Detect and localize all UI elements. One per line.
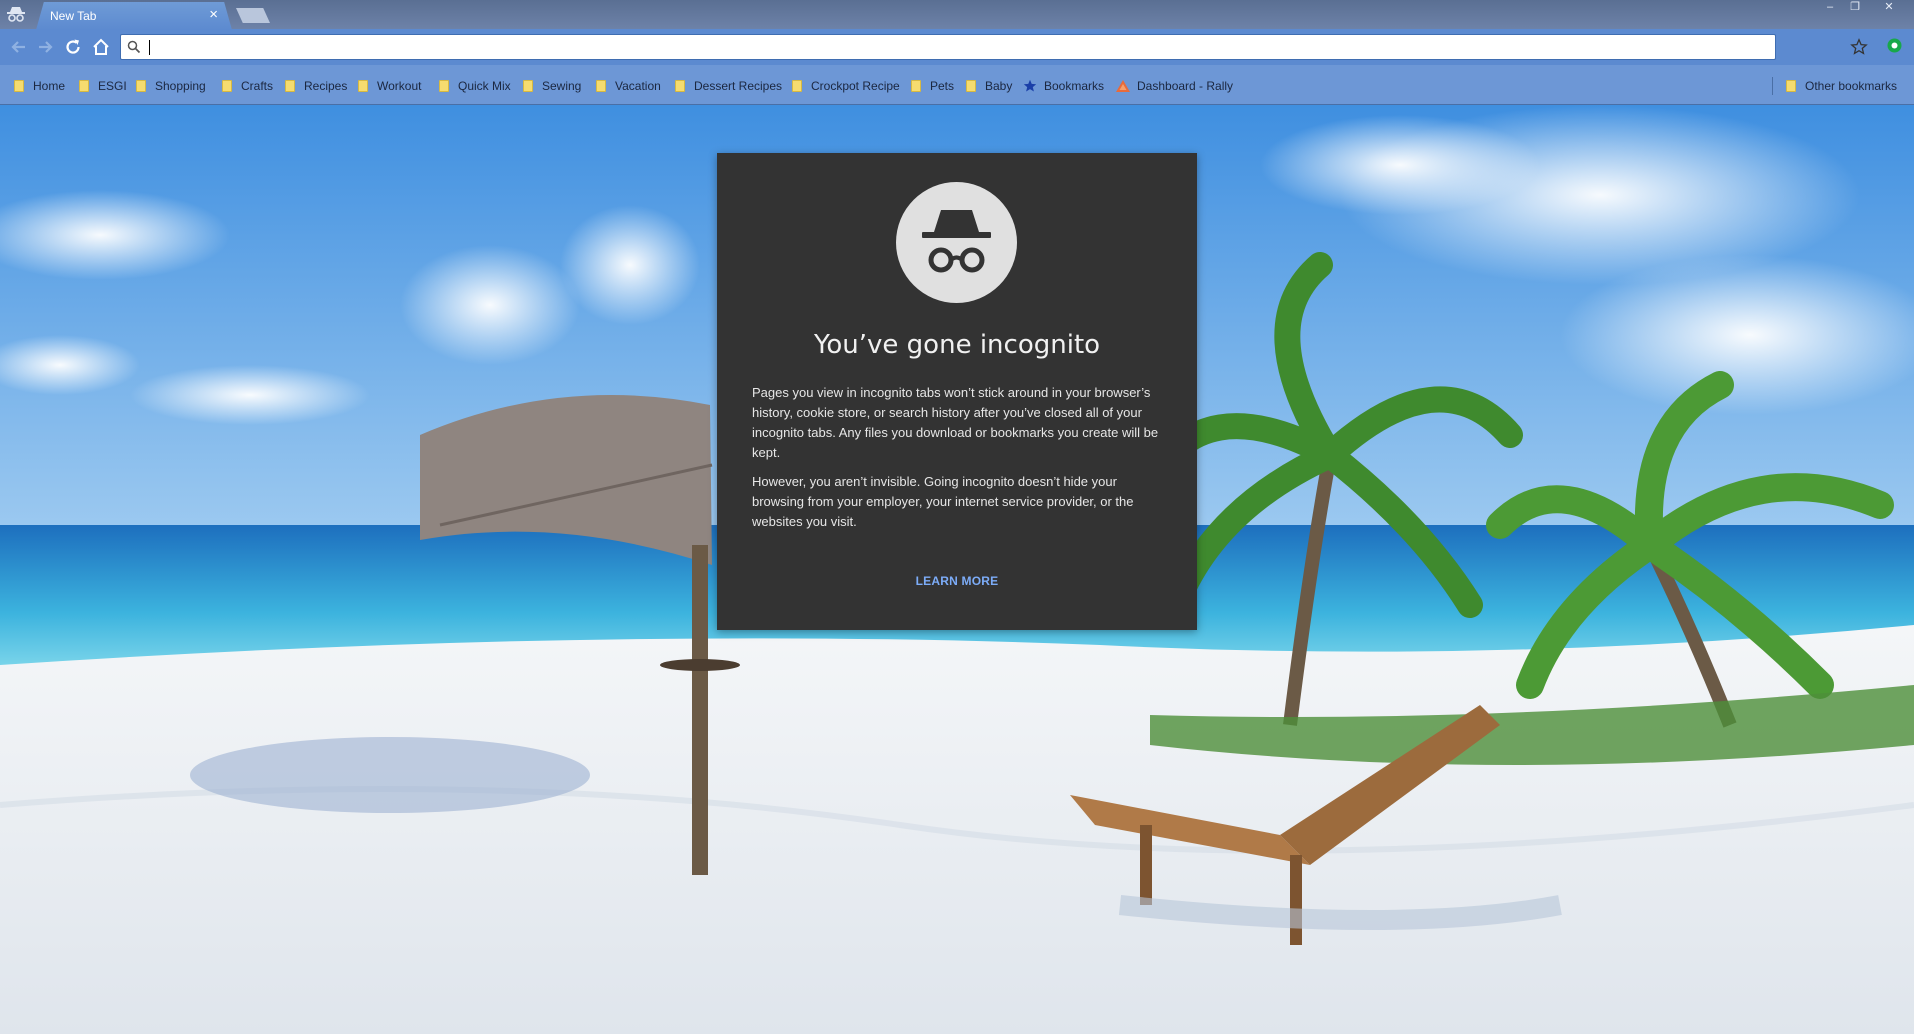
incognito-icon bbox=[896, 182, 1017, 303]
folder-icon bbox=[439, 80, 449, 92]
bookmark-label: ESGI bbox=[98, 79, 127, 93]
folder-icon bbox=[596, 80, 606, 92]
close-window-button[interactable]: ✕ bbox=[1868, 0, 1910, 15]
back-arrow-icon[interactable] bbox=[8, 36, 30, 58]
bookmark-label: Workout bbox=[377, 79, 422, 93]
extension-icon[interactable] bbox=[1887, 38, 1902, 53]
home-icon[interactable] bbox=[90, 36, 112, 58]
folder-icon bbox=[966, 80, 976, 92]
folder-icon bbox=[523, 80, 533, 92]
folder-icon bbox=[136, 80, 146, 92]
tab-title: New Tab bbox=[50, 9, 97, 23]
bookmark-star-icon[interactable] bbox=[1850, 38, 1868, 56]
bookmark-esgi[interactable]: ESGI bbox=[79, 77, 127, 95]
bookmark-label: Baby bbox=[985, 79, 1013, 93]
incognito-title: You’ve gone incognito bbox=[813, 330, 1101, 360]
maximize-button[interactable]: ❐ bbox=[1843, 0, 1867, 15]
tab-close-icon[interactable]: × bbox=[209, 6, 218, 23]
bookmark-baby[interactable]: Baby bbox=[966, 77, 1012, 95]
bookmark-label: Crafts bbox=[241, 79, 274, 93]
star-icon bbox=[1023, 79, 1037, 92]
folder-icon bbox=[79, 80, 89, 92]
incognito-card: You’ve gone incognito Pages you view in … bbox=[717, 153, 1197, 630]
incognito-paragraph-visibility: However, you aren’t invisible. Going inc… bbox=[752, 474, 1134, 529]
tab-new-tab[interactable]: New Tab × bbox=[36, 2, 232, 30]
bookmark-label: Recipes bbox=[304, 79, 348, 93]
bookmark-quick-mix[interactable]: Quick Mix bbox=[439, 77, 511, 95]
bookmark-label: Bookmarks bbox=[1044, 79, 1105, 93]
bookmark-crockpot-recipe[interactable]: Crockpot Recipe bbox=[792, 77, 900, 95]
bookmark-other-bookmarks[interactable]: Other bookmarks bbox=[1786, 77, 1897, 95]
incognito-paragraph-history: Pages you view in incognito tabs won’t s… bbox=[752, 385, 1159, 460]
rally-icon bbox=[1116, 80, 1130, 92]
bookmark-crafts[interactable]: Crafts bbox=[222, 77, 273, 95]
folder-icon bbox=[285, 80, 295, 92]
bookmark-label: Dessert Recipes bbox=[694, 79, 783, 93]
forward-arrow-icon[interactable] bbox=[34, 36, 56, 58]
new-tab-button[interactable] bbox=[236, 8, 270, 23]
search-icon bbox=[127, 40, 141, 54]
bookmark-home[interactable]: Home bbox=[14, 77, 65, 95]
bookmark-shopping[interactable]: Shopping bbox=[136, 77, 206, 95]
folder-icon bbox=[14, 80, 24, 92]
folder-icon bbox=[675, 80, 685, 92]
bookmark-bookmarks[interactable]: Bookmarks bbox=[1023, 77, 1104, 95]
folder-icon bbox=[911, 80, 921, 92]
bookmark-label: Shopping bbox=[155, 79, 206, 93]
bookmarks-bar: Home ESGI Shopping Crafts Recipes Workou… bbox=[0, 65, 1914, 105]
bookmark-label: Quick Mix bbox=[458, 79, 511, 93]
bookmark-label: Sewing bbox=[542, 79, 582, 93]
bookmark-dessert-recipes[interactable]: Dessert Recipes bbox=[675, 77, 782, 95]
bookmarks-divider bbox=[1772, 77, 1773, 95]
incognito-indicator-icon bbox=[7, 7, 25, 22]
address-input[interactable] bbox=[149, 37, 1729, 57]
bookmark-sewing[interactable]: Sewing bbox=[523, 77, 581, 95]
bookmark-workout[interactable]: Workout bbox=[358, 77, 421, 95]
bookmark-dashboard-rally[interactable]: Dashboard - Rally bbox=[1116, 77, 1233, 95]
reload-icon[interactable] bbox=[62, 36, 84, 58]
folder-icon bbox=[792, 80, 802, 92]
folder-icon bbox=[358, 80, 368, 92]
bookmark-pets[interactable]: Pets bbox=[911, 77, 954, 95]
bookmark-recipes[interactable]: Recipes bbox=[285, 77, 347, 95]
text-caret bbox=[149, 40, 150, 55]
bookmark-label: Vacation bbox=[615, 79, 661, 93]
bookmark-vacation[interactable]: Vacation bbox=[596, 77, 661, 95]
toolbar bbox=[0, 29, 1914, 65]
bookmark-label: Home bbox=[33, 79, 66, 93]
title-bar: New Tab × – ❐ ✕ bbox=[0, 0, 1914, 30]
bookmark-label: Dashboard - Rally bbox=[1137, 79, 1234, 93]
bookmark-label: Crockpot Recipe bbox=[811, 79, 900, 93]
folder-icon bbox=[1786, 80, 1796, 92]
minimize-button[interactable]: – bbox=[1818, 0, 1842, 15]
bookmark-label: Pets bbox=[930, 79, 955, 93]
bookmark-label: Other bookmarks bbox=[1805, 79, 1898, 93]
omnibox[interactable] bbox=[120, 34, 1868, 60]
folder-icon bbox=[222, 80, 232, 92]
learn-more-link[interactable]: LEARN MORE bbox=[717, 574, 1197, 588]
